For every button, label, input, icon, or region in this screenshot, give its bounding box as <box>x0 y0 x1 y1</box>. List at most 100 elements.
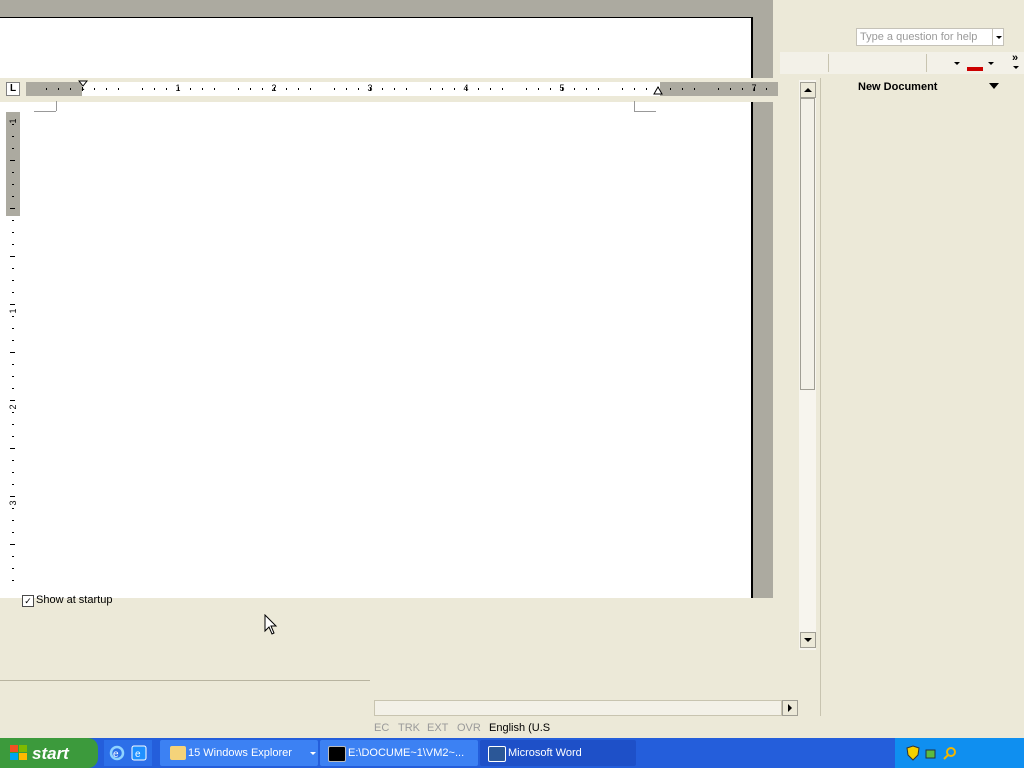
vertical-ruler-tick <box>12 268 14 269</box>
taskbar-button-label: 15 Windows Explorer <box>188 747 292 759</box>
ruler-tick <box>742 88 743 90</box>
vertical-ruler-tick <box>12 232 14 233</box>
ruler-tick <box>70 88 71 90</box>
ruler-tick <box>382 88 383 90</box>
font-color-dropdown-icon[interactable] <box>988 62 994 65</box>
task-pane <box>820 78 1023 716</box>
ruler-tick <box>106 88 107 90</box>
ruler-tick <box>526 88 527 90</box>
vertical-ruler-tick <box>12 484 14 485</box>
start-button[interactable]: start <box>0 738 98 768</box>
ruler-tick <box>718 88 719 90</box>
vertical-ruler-number: 3 <box>8 500 18 506</box>
left-indent-marker-icon[interactable] <box>78 80 88 90</box>
ruler-tick <box>214 88 215 90</box>
vertical-scrollbar-thumb[interactable] <box>800 98 815 390</box>
word-icon <box>488 746 506 762</box>
vertical-ruler-tick <box>12 424 14 425</box>
vertical-ruler-tick <box>12 340 14 341</box>
ruler-tick <box>118 88 119 90</box>
status-ext[interactable]: EXT <box>427 722 448 734</box>
toolbar-options-chevron-icon[interactable] <box>1013 66 1019 69</box>
vertical-ruler-tick <box>12 532 14 533</box>
taskbar-button-windows-explorer[interactable]: 15 Windows Explorer <box>160 740 318 766</box>
tab-selector-button[interactable]: L <box>6 82 20 96</box>
vertical-ruler-tick <box>12 568 14 569</box>
ruler-tick <box>442 88 443 90</box>
taskbar-button-command-prompt[interactable]: E:\DOCUME~1\VM2~... <box>320 740 478 766</box>
status-trk[interactable]: TRK <box>398 722 420 734</box>
toolbar-separator <box>926 54 927 72</box>
ruler-tick <box>298 88 299 90</box>
vertical-ruler-tick <box>10 496 15 497</box>
vertical-ruler-number: 1 <box>8 118 18 124</box>
task-pane-title[interactable]: New Document <box>858 81 937 93</box>
show-desktop-icon[interactable]: e <box>131 745 147 761</box>
horizontal-ruler[interactable]: 1 2 3 4 5 7 <box>26 82 778 96</box>
scroll-right-button[interactable] <box>782 700 798 716</box>
ruler-tick <box>190 88 191 90</box>
internet-explorer-icon[interactable]: e <box>109 745 125 761</box>
font-color-button[interactable] <box>967 67 983 71</box>
vertical-ruler-tick <box>12 364 14 365</box>
security-shield-icon[interactable] <box>906 745 920 761</box>
vertical-ruler-tick <box>10 448 15 449</box>
ruler-tick <box>166 88 167 90</box>
taskbar-button-microsoft-word[interactable]: Microsoft Word <box>480 740 636 766</box>
ruler-tick <box>682 88 683 90</box>
scroll-down-button[interactable] <box>800 632 816 648</box>
ruler-number: 1 <box>175 83 181 93</box>
toolbar-options-button[interactable]: » <box>1012 52 1018 64</box>
vertical-ruler-tick <box>12 376 14 377</box>
network-icon[interactable] <box>925 746 939 760</box>
ruler-tick <box>154 88 155 90</box>
vertical-ruler-number: 1 <box>8 308 18 314</box>
windows-logo-icon <box>10 745 27 760</box>
ruler-tick <box>502 88 503 90</box>
vertical-ruler-tick <box>12 280 14 281</box>
ruler-tick <box>358 88 359 90</box>
search-icon[interactable] <box>943 746 957 760</box>
vertical-ruler-tick <box>12 172 14 173</box>
svg-text:e: e <box>135 749 141 760</box>
vertical-ruler-tick <box>12 328 14 329</box>
font-size-dropdown-icon[interactable] <box>954 62 960 65</box>
vertical-ruler-tick <box>12 292 14 293</box>
status-ovr[interactable]: OVR <box>457 722 481 734</box>
vertical-ruler-tick <box>12 136 14 137</box>
status-rec[interactable]: EC <box>374 722 389 734</box>
vertical-ruler-tick <box>12 388 14 389</box>
ruler-tick <box>202 88 203 90</box>
ruler-tick <box>538 88 539 90</box>
vertical-ruler-tick <box>12 316 14 317</box>
task-pane-menu-icon[interactable] <box>989 83 999 89</box>
ruler-tick <box>622 88 623 90</box>
vertical-ruler-tick <box>12 472 14 473</box>
ruler-tick <box>550 88 551 90</box>
ruler-number: 2 <box>271 83 277 93</box>
help-question-input[interactable]: Type a question for help <box>856 28 996 46</box>
group-dropdown-icon <box>310 752 316 755</box>
page-corner-mark <box>34 101 56 112</box>
vertical-ruler-number: 2 <box>8 404 18 410</box>
ruler-tick <box>394 88 395 90</box>
arrow-right-icon <box>788 704 792 712</box>
scroll-up-button[interactable] <box>800 82 816 98</box>
ruler-tick <box>478 88 479 90</box>
help-dropdown-button[interactable] <box>992 28 1004 46</box>
right-indent-marker-icon[interactable] <box>653 86 663 96</box>
taskbar-button-label: E:\DOCUME~1\VM2~... <box>348 747 465 759</box>
horizontal-scrollbar[interactable] <box>374 700 782 716</box>
vertical-ruler-tick <box>12 220 14 221</box>
ruler-tick <box>574 88 575 90</box>
show-at-startup-checkbox[interactable]: ✓ <box>22 595 34 607</box>
vertical-ruler[interactable]: 1 1 2 3 <box>6 112 20 590</box>
vertical-ruler-tick <box>12 520 14 521</box>
ruler-tick <box>346 88 347 90</box>
vertical-ruler-tick <box>12 580 14 581</box>
vertical-ruler-tick <box>12 436 14 437</box>
status-language: English (U.S <box>489 722 551 734</box>
divider <box>0 680 370 681</box>
ruler-number: 3 <box>367 83 373 93</box>
ruler-tick <box>586 88 587 90</box>
